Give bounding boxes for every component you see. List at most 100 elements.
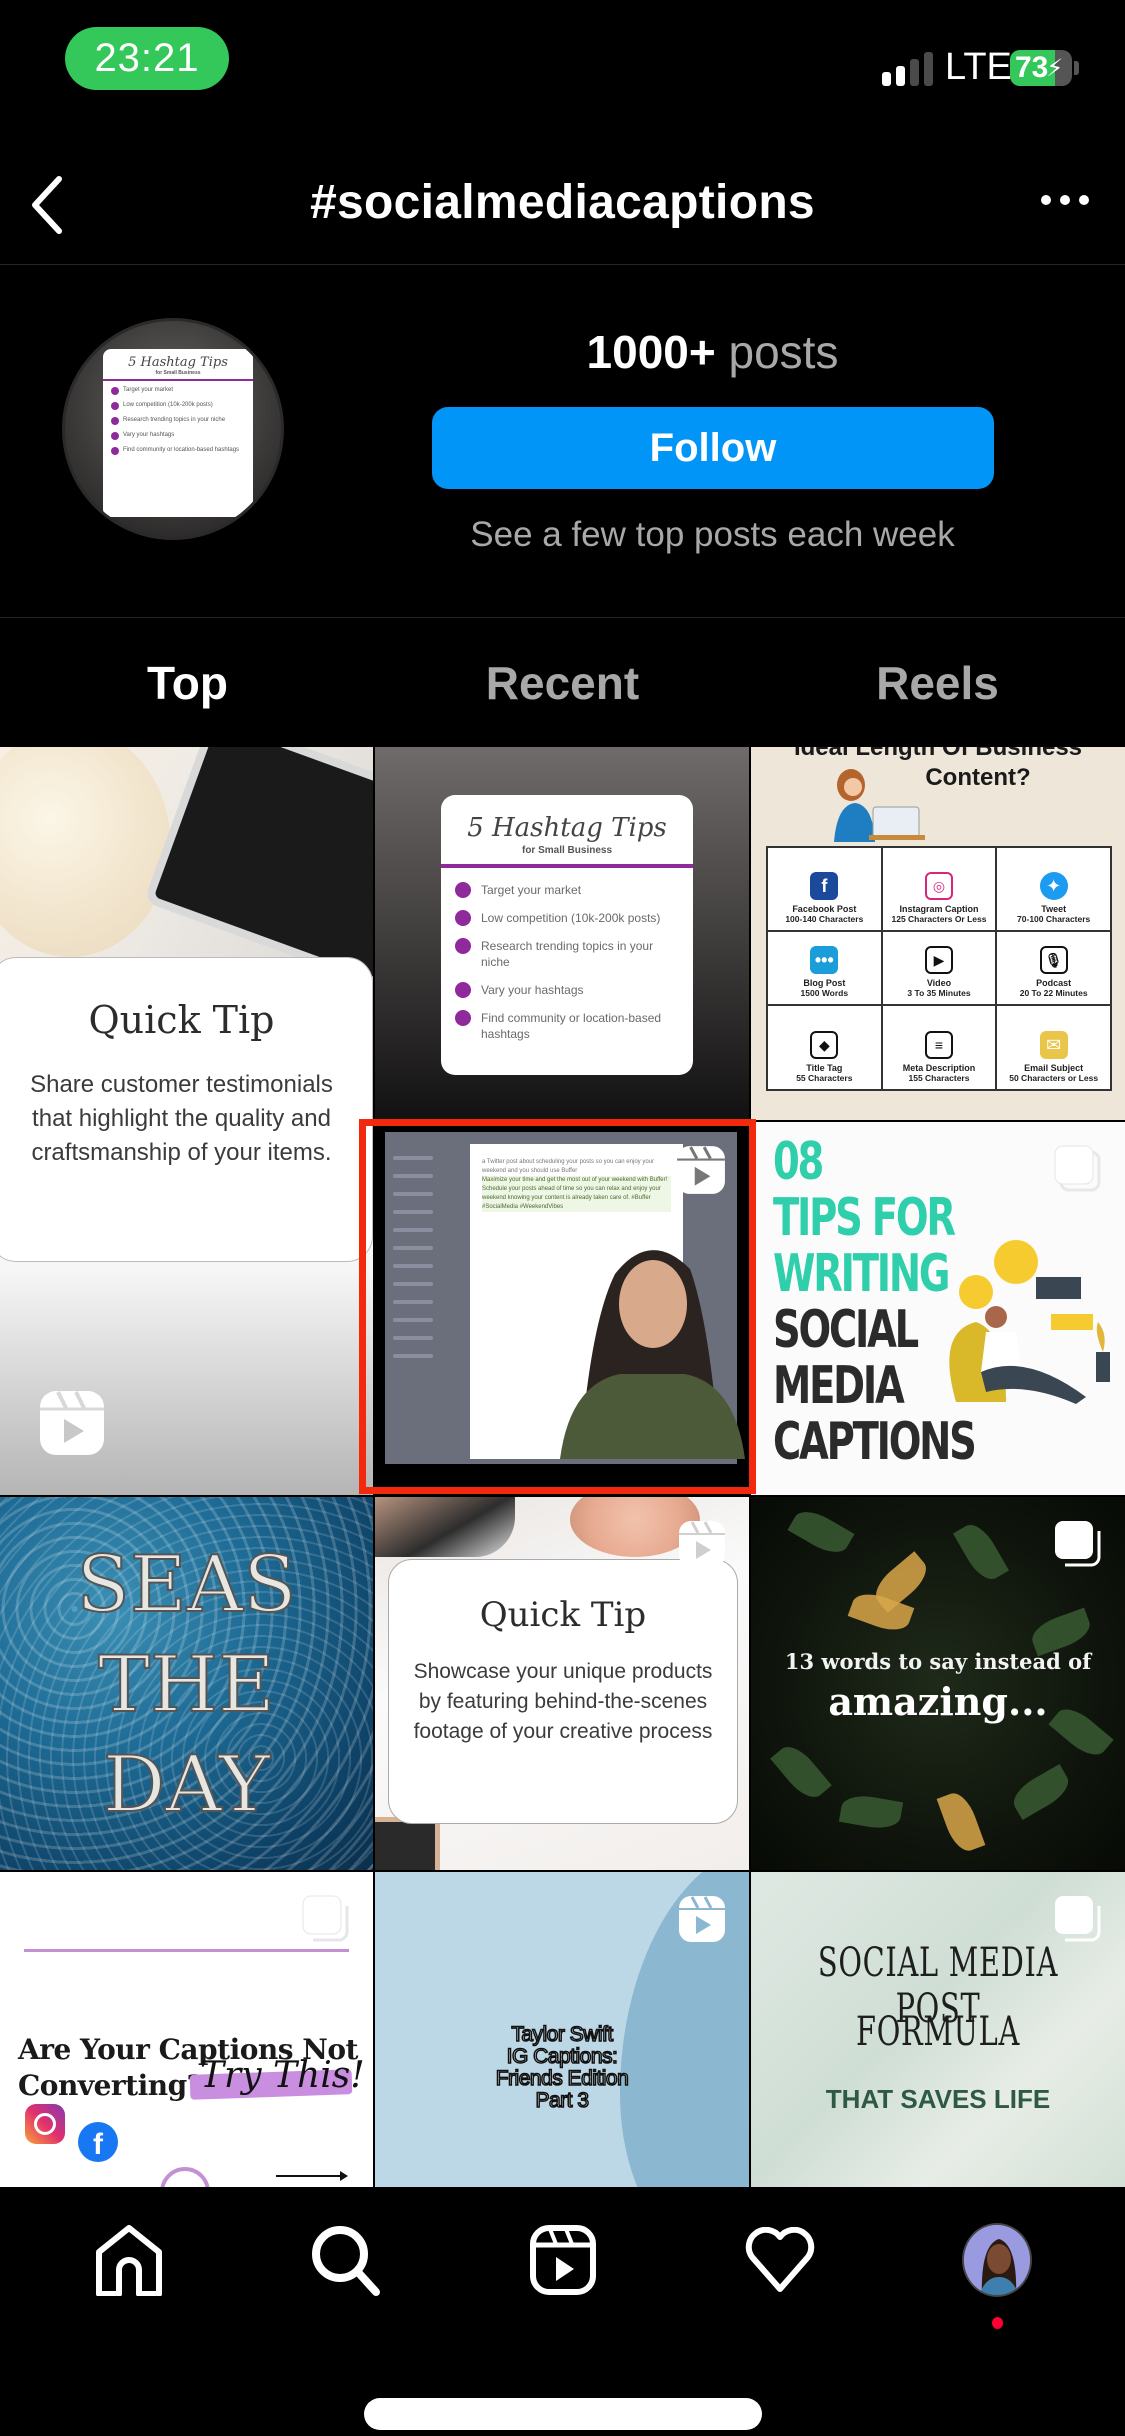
list-item: Research trending topics in your niche xyxy=(111,417,245,425)
bottom-nav xyxy=(0,2187,1125,2332)
facebook-icon: f xyxy=(78,2122,118,2162)
tab-top[interactable]: Top xyxy=(0,618,375,747)
ideal-length-cell-name: Podcast xyxy=(1036,978,1072,988)
list-item-text: Low competition (10k-200k posts) xyxy=(123,402,213,408)
ideal-length-cell: ✦ Tweet 70-100 Characters xyxy=(996,847,1111,931)
ideal-length-cell-value: 20 To 22 Minutes xyxy=(1019,988,1088,998)
ideal-length-cell-value: 1500 Words xyxy=(800,988,849,998)
ideal-length-cell: 🎙 Podcast 20 To 22 Minutes xyxy=(996,931,1111,1005)
grid-post-08-tips[interactable]: 08 TIPS FOR WRITING SOCIAL MEDIA CAPTION… xyxy=(751,1122,1125,1495)
carousel-icon xyxy=(1055,1521,1101,1567)
video-reel-icon: ▶ xyxy=(924,946,953,974)
post-count-label: posts xyxy=(728,326,839,378)
charging-bolt-icon: ⚡ xyxy=(1046,54,1064,82)
carousel-icon xyxy=(1054,1145,1101,1192)
grid-post-ideal-length[interactable]: Ideal Length Of Business Content? f Faceb… xyxy=(751,747,1125,1120)
instagram-icon: ◎ xyxy=(924,872,953,900)
nav-header: #socialmediacaptions xyxy=(0,140,1125,265)
headline-line: Part 3 xyxy=(535,2089,590,2113)
tag-icon: ◆ xyxy=(810,1031,839,1059)
list-item-text: Vary your hashtags xyxy=(123,432,175,438)
person-on-chair-illustration xyxy=(949,1240,1110,1404)
hashtag-tips-subtitle: for Small Business xyxy=(521,845,613,856)
post-count-number: 1000+ xyxy=(586,326,716,378)
ideal-length-cell-name: Video xyxy=(926,978,952,988)
ideal-length-title: Ideal Length Of Business Content? xyxy=(751,747,1125,793)
headline-line: Taylor Swift xyxy=(511,2023,614,2047)
grid-post-post-formula[interactable]: SOCIAL MEDIA POST FORMULA THAT SAVES LIF… xyxy=(751,1872,1125,2187)
hashtag-avatar: 5 Hashtag Tips for Small Business Target… xyxy=(62,318,284,540)
search-icon xyxy=(311,2225,380,2296)
list-item-text: Target your market xyxy=(123,387,174,393)
tab-recent[interactable]: Recent xyxy=(375,618,750,747)
status-time: 23:21 xyxy=(65,27,229,90)
grid-post-13-words[interactable]: 13 words to say instead of amazing... xyxy=(751,1497,1125,1870)
ideal-length-cell-value: 125 Characters Or Less xyxy=(891,914,987,924)
arrow-right-icon xyxy=(276,2171,348,2181)
chevron-left-icon xyxy=(32,176,62,234)
headline-line: THE xyxy=(97,1639,276,1731)
presenter-image xyxy=(560,1250,745,1459)
post-photo xyxy=(0,747,373,991)
carousel-icon xyxy=(302,1895,349,1942)
battery-icon: 73 ⚡ xyxy=(1010,50,1072,86)
grid-post-quick-tip-1[interactable]: Quick Tip Share customer testimonials th… xyxy=(0,747,373,1495)
profile-avatar xyxy=(961,2222,1032,2297)
reels-icon xyxy=(679,1521,725,1567)
grid-post-seas-the-day[interactable]: SEAS THE DAY xyxy=(0,1497,373,1870)
ideal-length-title-line2: Content? xyxy=(925,764,1031,791)
nav-profile[interactable] xyxy=(952,2215,1042,2329)
list-item-text: Research trending topics in your niche xyxy=(123,417,226,423)
ideal-length-cell-value: 100-140 Characters xyxy=(785,914,864,924)
divider xyxy=(103,379,253,381)
avatar-card-subtitle: for Small Business xyxy=(155,370,201,376)
grid-post-buffer-video[interactable]: a Twitter post about scheduling your pos… xyxy=(375,1122,749,1495)
heart-icon xyxy=(745,2226,814,2292)
quick-tip-body: Share customer testimonials that highlig… xyxy=(30,1071,333,1166)
grid-post-captions-converting[interactable]: Are Your Captions Not Converting? Try Th… xyxy=(0,1872,373,2187)
nav-home[interactable] xyxy=(84,2215,174,2305)
tab-reels[interactable]: Reels xyxy=(750,618,1125,747)
ideal-length-cell: ••• Blog Post 1500 Words xyxy=(767,931,882,1005)
home-indicator[interactable] xyxy=(364,2398,762,2430)
ideal-length-cell-name: Tweet xyxy=(1041,904,1067,914)
quick-tip-title: Quick Tip xyxy=(479,1595,647,1635)
grid-post-taylor-swift[interactable]: Taylor Swift IG Captions: Friends Editio… xyxy=(375,1872,749,2187)
ideal-length-title-line1: Ideal Length Of Business xyxy=(793,747,1083,761)
list-item: Vary your hashtags xyxy=(111,432,245,440)
words-headline-line2: amazing... xyxy=(828,1679,1048,1724)
headline-line: SEAS xyxy=(75,1539,297,1631)
ideal-length-cell-name: Title Tag xyxy=(806,1063,843,1073)
battery-tip xyxy=(1074,61,1079,75)
laptop-image xyxy=(143,747,373,991)
list-item-text: Find community or location-based hashtag… xyxy=(123,447,240,453)
ideal-length-cell: ▶ Video 3 To 35 Minutes xyxy=(881,931,997,1005)
grid-post-quick-tip-2[interactable]: Quick Tip Showcase your unique products … xyxy=(375,1497,749,1870)
woman-illustration xyxy=(834,769,925,842)
headline-line: CAPTIONS xyxy=(773,1412,977,1472)
list-item: Target your market xyxy=(111,387,245,395)
nav-reels[interactable] xyxy=(518,2215,608,2305)
cellular-signal-icon xyxy=(882,52,933,86)
grid-post-hashtag-tips[interactable]: 5 Hashtag Tips for Small Business Target… xyxy=(375,747,749,1120)
follow-subtitle: See a few top posts each week xyxy=(470,515,955,554)
divider xyxy=(441,864,693,868)
quick-tip-card: Quick Tip Showcase your unique products … xyxy=(388,1559,738,1824)
modal-prompt: a Twitter post about scheduling your pos… xyxy=(482,1159,654,1174)
buffer-sidebar xyxy=(385,1142,460,1452)
list-item-text: Find community or location-based hashtag… xyxy=(481,1011,662,1041)
more-options-button[interactable] xyxy=(1035,180,1095,220)
nav-activity[interactable] xyxy=(735,2215,825,2305)
formula-line3: THAT SAVES LIFE xyxy=(825,2084,1051,2114)
ellipsis-icon xyxy=(1041,195,1051,205)
hashtag-tips-title: 5 Hashtag Tips xyxy=(467,813,667,843)
ideal-length-cell-name: Instagram Caption xyxy=(899,904,979,914)
back-button[interactable] xyxy=(22,170,72,240)
ideal-length-table: f Facebook Post 100-140 Characters ◎ Instagr… xyxy=(766,846,1112,1091)
follow-button[interactable]: Follow xyxy=(432,407,994,489)
ideal-length-cell-value: 155 Characters xyxy=(908,1073,970,1083)
ideal-length-cell: f Facebook Post 100-140 Characters xyxy=(767,847,882,931)
nav-search[interactable] xyxy=(301,2215,391,2305)
battery-level: 73 xyxy=(1015,51,1049,84)
list-item: Low competition (10k-200k posts) xyxy=(455,910,679,926)
